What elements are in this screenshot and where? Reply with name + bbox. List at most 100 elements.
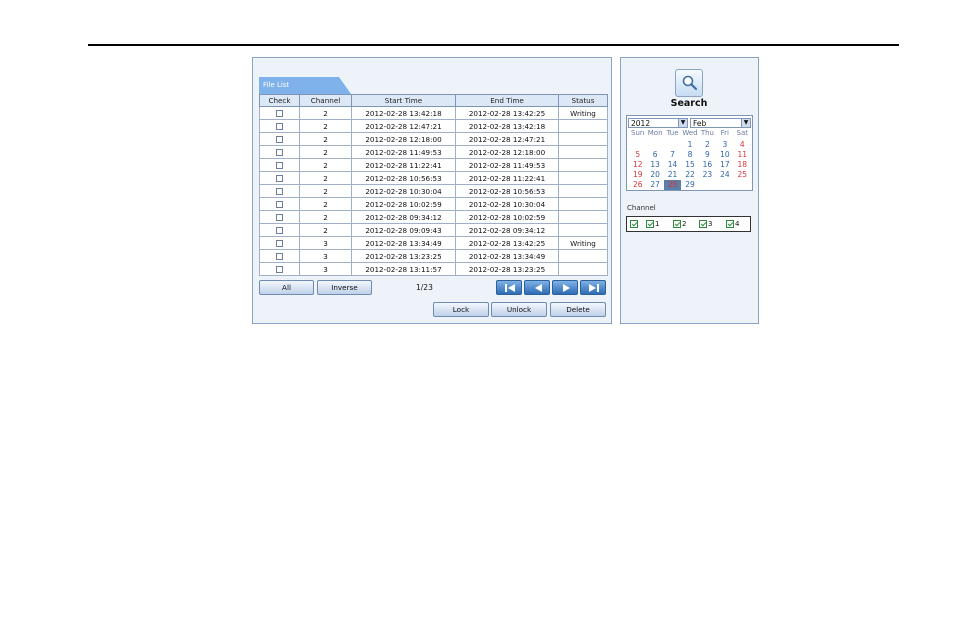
all-button[interactable]: All	[259, 280, 314, 295]
calendar-day[interactable]: 10	[716, 150, 733, 160]
row-checkbox[interactable]	[276, 136, 283, 143]
prev-page-button[interactable]	[524, 280, 550, 295]
table-row[interactable]: 2 2012-02-28 10:30:04 2012-02-28 10:56:53	[259, 184, 608, 198]
row-checkbox[interactable]	[276, 201, 283, 208]
channel-option-label: 1	[655, 220, 660, 228]
channel-all-toggle[interactable]	[630, 220, 638, 228]
status-cell	[558, 171, 608, 185]
next-page-button[interactable]	[552, 280, 578, 295]
start-time-cell: 2012-02-28 10:30:04	[351, 184, 456, 198]
calendar-day[interactable]: 29	[681, 180, 698, 190]
start-time-cell: 2012-02-28 13:34:49	[351, 236, 456, 250]
calendar-day[interactable]: 7	[664, 150, 681, 160]
calendar-day[interactable]: 15	[681, 160, 698, 170]
calendar-day[interactable]: 22	[681, 170, 698, 180]
status-cell: Writing	[558, 236, 608, 250]
table-row[interactable]: 2 2012-02-28 09:34:12 2012-02-28 10:02:59	[259, 210, 608, 224]
calendar-day[interactable]: 3	[716, 140, 733, 150]
calendar-day[interactable]: 11	[734, 150, 751, 160]
start-time-cell: 2012-02-28 10:02:59	[351, 197, 456, 211]
inverse-button[interactable]: Inverse	[317, 280, 372, 295]
row-checkbox[interactable]	[276, 266, 283, 273]
calendar-day[interactable]: 26	[629, 180, 646, 190]
search-button[interactable]	[675, 69, 703, 97]
calendar-day[interactable]: 8	[681, 150, 698, 160]
lock-button[interactable]: Lock	[433, 302, 489, 317]
table-row[interactable]: 3 2012-02-28 13:34:49 2012-02-28 13:42:25 W…	[259, 236, 608, 250]
last-page-icon	[589, 284, 599, 292]
status-cell	[558, 249, 608, 263]
table-row[interactable]: 2 2012-02-28 13:42:18 2012-02-28 13:42:25 W…	[259, 106, 608, 120]
month-select[interactable]: Feb ▼	[690, 118, 751, 128]
weekday-label: Wed	[682, 129, 698, 137]
calendar-day[interactable]: 6	[646, 150, 663, 160]
end-time-cell: 2012-02-28 13:23:25	[455, 262, 559, 276]
calendar-day[interactable]: 24	[716, 170, 733, 180]
row-checkbox[interactable]	[276, 214, 283, 221]
calendar-day[interactable]: 9	[699, 150, 716, 160]
calendar-day[interactable]: 5	[629, 150, 646, 160]
table-row[interactable]: 2 2012-02-28 10:02:59 2012-02-28 10:30:04	[259, 197, 608, 211]
table-row[interactable]: 2 2012-02-28 11:49:53 2012-02-28 12:18:00	[259, 145, 608, 159]
channel-option[interactable]: 3	[699, 220, 712, 228]
calendar-day[interactable]: 14	[664, 160, 681, 170]
table-row[interactable]: 3 2012-02-28 13:11:57 2012-02-28 13:23:25	[259, 262, 608, 276]
row-checkbox[interactable]	[276, 240, 283, 247]
tab-file-list[interactable]: File List	[259, 77, 351, 94]
calendar-day[interactable]: 4	[734, 140, 751, 150]
calendar-day[interactable]: 28	[663, 180, 682, 190]
chevron-down-icon: ▼	[678, 119, 687, 127]
search-icon	[682, 75, 698, 91]
table-row[interactable]: 3 2012-02-28 13:23:25 2012-02-28 13:34:49	[259, 249, 608, 263]
channel-option[interactable]: 1	[646, 220, 659, 228]
last-page-button[interactable]	[580, 280, 606, 295]
col-channel: Channel	[299, 94, 352, 107]
row-checkbox[interactable]	[276, 149, 283, 156]
row-checkbox[interactable]	[276, 188, 283, 195]
month-value: Feb	[693, 119, 707, 128]
row-checkbox[interactable]	[276, 110, 283, 117]
table-row[interactable]: 2 2012-02-28 09:09:43 2012-02-28 09:34:12	[259, 223, 608, 237]
row-checkbox[interactable]	[276, 227, 283, 234]
end-time-cell: 2012-02-28 11:49:53	[455, 158, 559, 172]
status-cell	[558, 197, 608, 211]
col-check: Check	[259, 94, 300, 107]
calendar-day[interactable]: 1	[681, 140, 698, 150]
row-checkbox[interactable]	[276, 253, 283, 260]
calendar-day[interactable]: 19	[629, 170, 646, 180]
calendar-day[interactable]: 2	[699, 140, 716, 150]
channel-option[interactable]: 2	[673, 220, 686, 228]
row-checkbox[interactable]	[276, 123, 283, 130]
end-time-cell: 2012-02-28 12:47:21	[455, 132, 559, 146]
calendar-day[interactable]: 13	[646, 160, 663, 170]
unlock-button[interactable]: Unlock	[491, 302, 547, 317]
calendar-day[interactable]: 27	[646, 180, 663, 190]
calendar-day[interactable]: 12	[629, 160, 646, 170]
channel-option[interactable]: 4	[726, 220, 739, 228]
calendar-day[interactable]: 25	[734, 170, 751, 180]
weekday-label: Sun	[631, 129, 645, 137]
end-time-cell: 2012-02-28 13:42:25	[455, 106, 559, 120]
start-time-cell: 2012-02-28 12:18:00	[351, 132, 456, 146]
table-row[interactable]: 2 2012-02-28 10:56:53 2012-02-28 11:22:41	[259, 171, 608, 185]
year-select[interactable]: 2012 ▼	[628, 118, 688, 128]
first-page-button[interactable]	[496, 280, 522, 295]
table-row[interactable]: 2 2012-02-28 12:47:21 2012-02-28 13:42:18	[259, 119, 608, 133]
row-checkbox[interactable]	[276, 162, 283, 169]
delete-button[interactable]: Delete	[550, 302, 606, 317]
checkbox-checked-icon	[646, 220, 654, 228]
status-cell	[558, 210, 608, 224]
row-checkbox[interactable]	[276, 175, 283, 182]
calendar-day[interactable]: 21	[664, 170, 681, 180]
table-row[interactable]: 2 2012-02-28 12:18:00 2012-02-28 12:47:21	[259, 132, 608, 146]
table-row[interactable]: 2 2012-02-28 11:22:41 2012-02-28 11:49:53	[259, 158, 608, 172]
calendar-day[interactable]: 17	[716, 160, 733, 170]
row-check-cell	[259, 106, 300, 120]
calendar-day[interactable]: 23	[699, 170, 716, 180]
calendar-day[interactable]: 16	[699, 160, 716, 170]
row-check-cell	[259, 158, 300, 172]
calendar-day[interactable]: 20	[646, 170, 663, 180]
calendar-day[interactable]: 18	[734, 160, 751, 170]
weekday-label: Thu	[700, 129, 714, 137]
prev-page-icon	[535, 284, 542, 292]
